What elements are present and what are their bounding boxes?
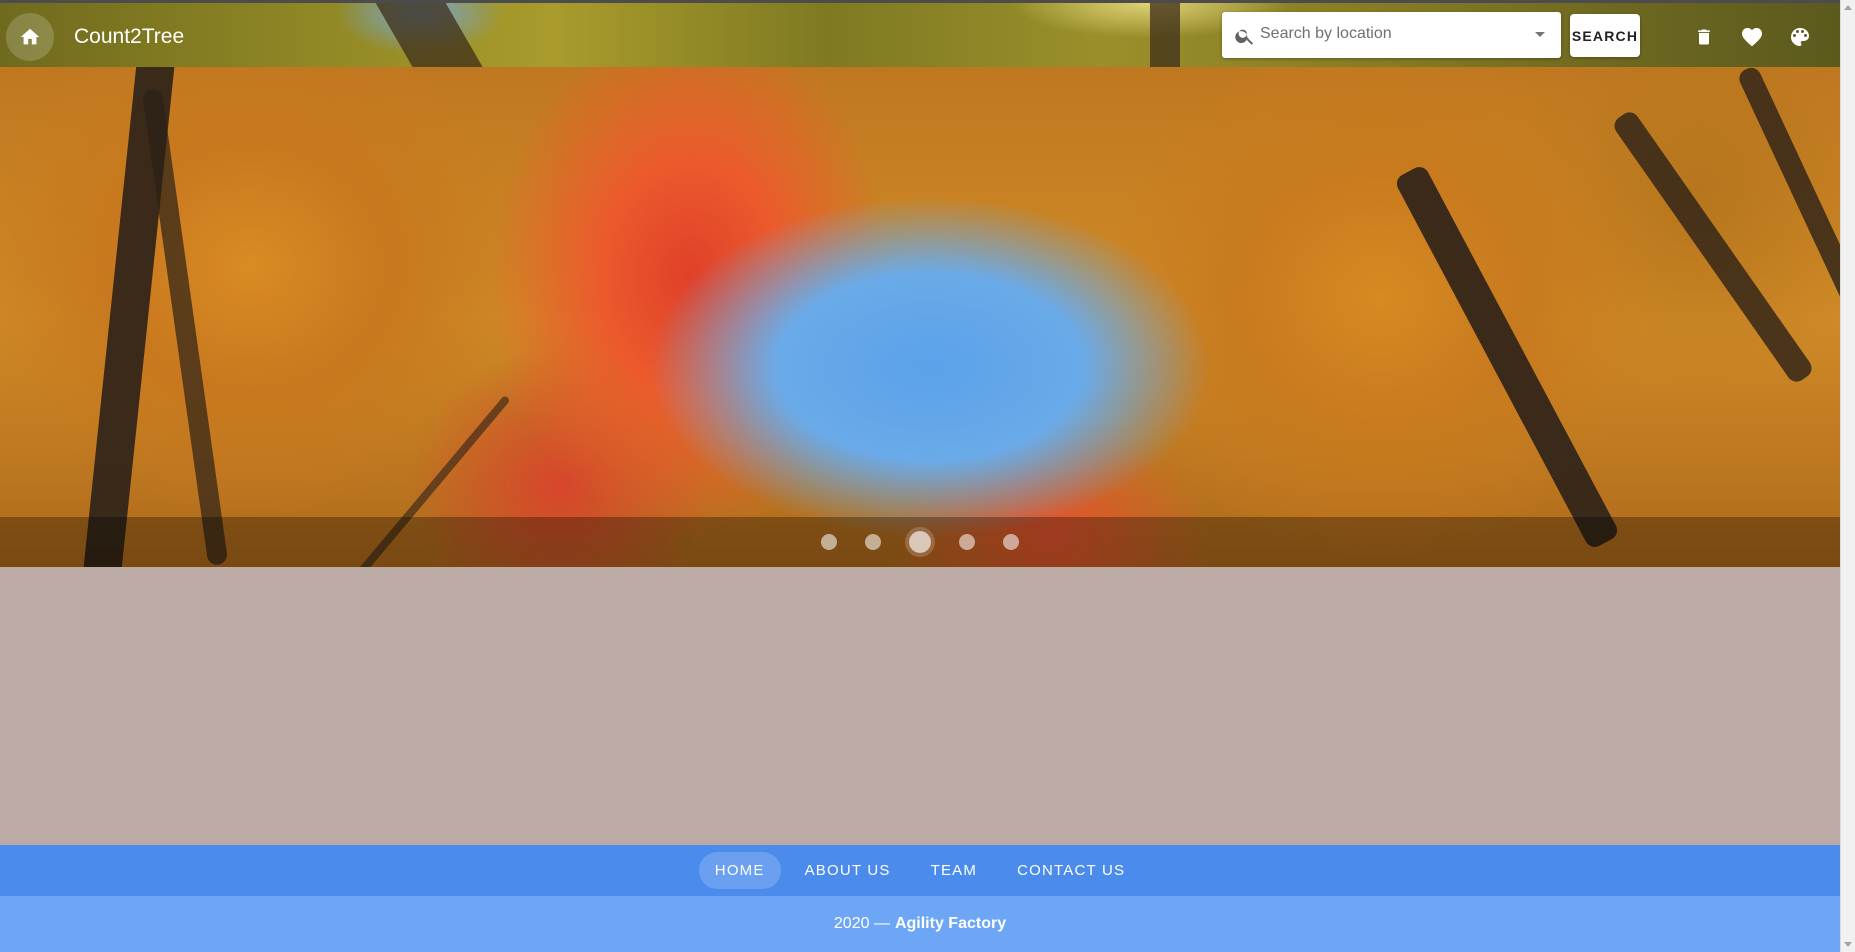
carousel-dot-5[interactable] bbox=[1003, 534, 1019, 550]
carousel-dot-3[interactable] bbox=[909, 531, 931, 553]
palette-icon bbox=[1791, 28, 1809, 46]
delete-button[interactable] bbox=[1682, 15, 1726, 59]
hero-carousel[interactable] bbox=[0, 67, 1840, 567]
carousel-indicators bbox=[0, 517, 1840, 567]
appbar-background-trunk bbox=[1150, 3, 1180, 70]
vertical-scrollbar[interactable] bbox=[1840, 0, 1855, 952]
carousel-image bbox=[0, 67, 1840, 567]
home-icon bbox=[20, 28, 40, 45]
nav-team-button[interactable]: TEAM bbox=[915, 852, 993, 889]
nav-contact-us-button[interactable]: CONTACT US bbox=[1001, 852, 1141, 889]
appbar-background-branch bbox=[375, 3, 485, 70]
favorites-button[interactable] bbox=[1730, 15, 1774, 59]
location-search-field[interactable] bbox=[1222, 12, 1561, 58]
carousel-dot-4[interactable] bbox=[959, 534, 975, 550]
app-title: Count2Tree bbox=[74, 25, 185, 48]
scroll-up-arrow-icon[interactable] bbox=[1844, 5, 1852, 10]
nav-about-us-button[interactable]: ABOUT US bbox=[789, 852, 907, 889]
search-input[interactable] bbox=[1260, 20, 1510, 48]
app-bar: Count2Tree SEARCH bbox=[0, 0, 1840, 70]
theme-button[interactable] bbox=[1778, 15, 1822, 59]
heart-icon bbox=[1742, 28, 1762, 47]
footer-nav: HOME ABOUT US TEAM CONTACT US bbox=[0, 845, 1840, 896]
dropdown-caret-icon[interactable] bbox=[1535, 32, 1545, 37]
scroll-down-arrow-icon[interactable] bbox=[1844, 942, 1852, 947]
copyright-year: 2020 — bbox=[833, 915, 890, 932]
search-button[interactable]: SEARCH bbox=[1570, 14, 1640, 57]
company-name: Agility Factory bbox=[894, 915, 1007, 932]
content-area bbox=[0, 567, 1840, 845]
page: Count2Tree SEARCH bbox=[0, 0, 1855, 952]
nav-home-button[interactable]: HOME bbox=[698, 852, 781, 889]
carousel-dot-2[interactable] bbox=[865, 534, 881, 550]
home-button[interactable] bbox=[6, 13, 54, 61]
carousel-dot-1[interactable] bbox=[821, 534, 837, 550]
footer-copyright: 2020 — Agility Factory bbox=[0, 896, 1840, 952]
trash-icon bbox=[1698, 29, 1710, 45]
search-icon bbox=[1235, 29, 1254, 45]
